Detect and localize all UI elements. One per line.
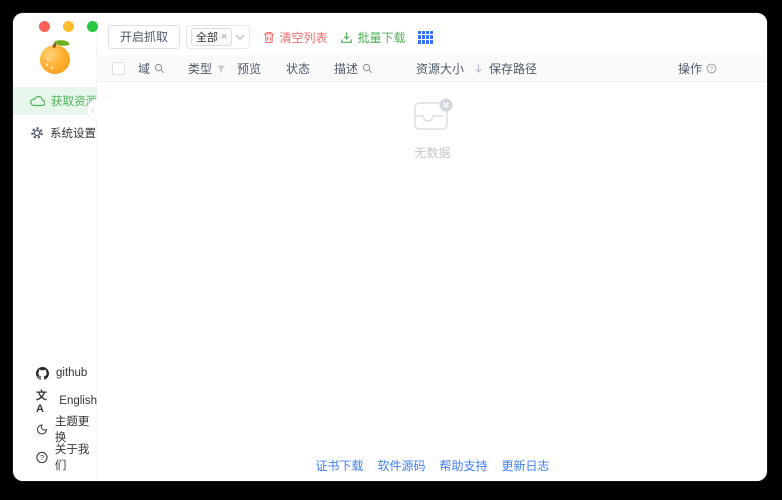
sidebar: 获取资源 系统设置 ‹ github 文A English [13, 13, 97, 481]
column-label: 预览 [237, 60, 261, 77]
clear-list-button[interactable]: 清空列表 [263, 29, 327, 46]
search-icon[interactable] [154, 63, 165, 74]
filter-tag-label: 全部 [196, 29, 218, 45]
download-icon [340, 31, 353, 44]
question-icon: ? [36, 451, 48, 464]
sidebar-item-label: English [59, 395, 97, 407]
link-cert-download[interactable]: 证书下载 [315, 457, 363, 474]
sort-down-icon[interactable] [474, 63, 483, 74]
clear-list-label: 清空列表 [279, 29, 327, 46]
svg-text:?: ? [40, 453, 44, 462]
translate-icon: 文A [36, 387, 52, 415]
gear-icon [30, 126, 44, 140]
start-capture-button[interactable]: 开启抓取 [108, 25, 180, 49]
trash-icon [263, 31, 275, 44]
column-description[interactable]: 描述 [334, 55, 373, 82]
column-label: 类型 [188, 60, 212, 77]
filter-select[interactable]: 全部 × [186, 25, 250, 49]
sidebar-item-label: 系统设置 [50, 125, 96, 141]
empty-text: 无数据 [98, 144, 767, 161]
orange-logo-dots [46, 57, 60, 69]
tag-close-icon[interactable]: × [221, 31, 227, 43]
app-logo [38, 39, 72, 75]
github-icon [36, 367, 49, 380]
sidebar-item-get-resources[interactable]: 获取资源 [13, 87, 97, 115]
toolbar: 开启抓取 全部 × 清空列表 [108, 25, 433, 49]
column-label: 操作 [678, 60, 702, 77]
column-save-path: 保存路径 [489, 55, 537, 82]
filter-tag: 全部 × [191, 28, 232, 46]
sidebar-item-language[interactable]: 文A English [13, 391, 97, 411]
app-window: 获取资源 系统设置 ‹ github 文A English [13, 13, 767, 481]
link-help-support[interactable]: 帮助支持 [440, 457, 488, 474]
sidebar-item-label: github [56, 367, 87, 379]
select-all-checkbox[interactable] [112, 62, 125, 75]
sidebar-item-system-settings[interactable]: 系统设置 [13, 119, 97, 147]
column-label: 描述 [334, 60, 358, 77]
chevron-down-icon [235, 34, 245, 40]
sidebar-item-label: 关于我们 [55, 441, 97, 473]
footer-links: 证书下载 软件源码 帮助支持 更新日志 [98, 457, 767, 474]
column-label: 资源大小 [416, 60, 464, 77]
sidebar-bottom-group: github 文A English 主题更换 ? 关于我们 [13, 363, 97, 467]
column-type[interactable]: 类型 [188, 55, 226, 82]
sidebar-item-theme[interactable]: 主题更换 [13, 419, 97, 439]
batch-download-label: 批量下载 [357, 29, 405, 46]
minimize-button[interactable] [63, 21, 74, 32]
column-domain[interactable]: 域 [138, 55, 165, 82]
window-controls [39, 21, 98, 32]
column-status: 状态 [286, 55, 310, 82]
sidebar-item-about[interactable]: ? 关于我们 [13, 447, 97, 467]
moon-icon [36, 423, 48, 436]
layout-grid-icon[interactable] [418, 31, 433, 44]
search-icon[interactable] [362, 63, 373, 74]
link-source-code[interactable]: 软件源码 [377, 457, 425, 474]
column-size[interactable]: 资源大小 [416, 55, 483, 82]
svg-text:?: ? [710, 66, 714, 73]
filter-funnel-icon[interactable] [216, 64, 226, 74]
sidebar-item-github[interactable]: github [13, 363, 97, 383]
column-label: 域 [138, 60, 150, 77]
column-label: 状态 [286, 60, 310, 77]
column-label: 保存路径 [489, 60, 537, 77]
column-preview: 预览 [237, 55, 261, 82]
empty-box-icon [411, 97, 455, 133]
cloud-icon [30, 95, 45, 107]
select-all-cell [112, 55, 125, 82]
batch-download-button[interactable]: 批量下载 [340, 29, 405, 46]
link-changelog[interactable]: 更新日志 [502, 457, 550, 474]
main-content: 开启抓取 全部 × 清空列表 [98, 13, 767, 481]
sidebar-collapse-handle[interactable]: ‹ [87, 99, 97, 121]
help-circle-icon[interactable]: ? [706, 63, 717, 74]
column-actions: 操作 ? [678, 55, 717, 82]
table-header: 域 类型 预览 状态 描述 [98, 55, 766, 82]
table-empty-state: 无数据 [98, 97, 767, 161]
close-button[interactable] [39, 21, 50, 32]
maximize-button[interactable] [87, 21, 98, 32]
